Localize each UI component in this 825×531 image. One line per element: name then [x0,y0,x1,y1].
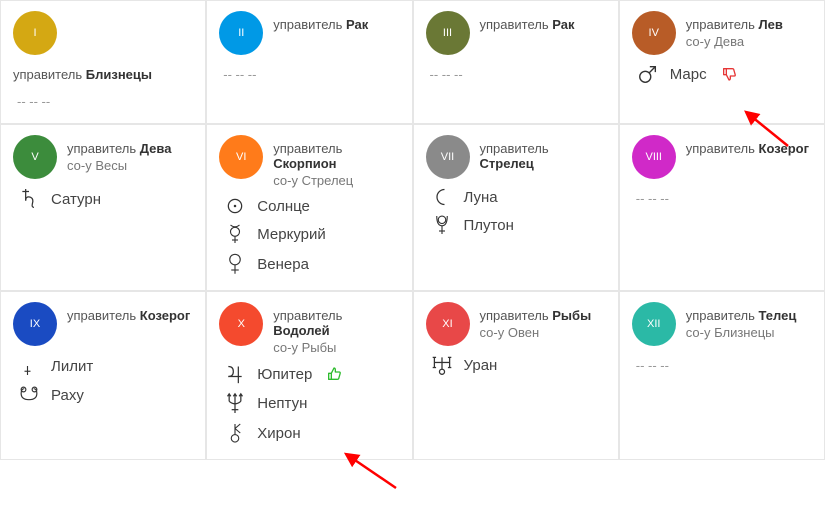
ruler-line: управитель Водолей [273,308,399,338]
planet-name: Юпитер [257,366,312,383]
ruler-line: управитель Стрелец [480,141,606,171]
planet-name: Венера [257,256,309,273]
house-cell-I: Iуправитель Близнецы -- -- -- [0,0,206,124]
house-badge: V [13,135,57,179]
moon-icon [430,187,454,207]
house-badge: I [13,11,57,55]
house-cell-IX: IX управитель Козерог Лилит Раху [0,291,206,460]
house-badge: XI [426,302,470,346]
chiron-icon [223,421,247,445]
planet-row: Нептун [223,391,399,415]
thumbs-down-icon [721,66,737,82]
ruler-line: управитель Лев [686,17,783,32]
house-badge: IV [632,11,676,55]
house-cell-II: II управитель Рак -- -- -- [206,0,412,124]
coruler-line: со-у Стрелец [273,173,399,188]
planet-name: Марс [670,66,707,83]
uranus-icon [430,354,454,376]
house-cell-VII: VII управитель Стрелец Луна Плутон [413,124,619,291]
coruler-line: со-у Рыбы [273,340,399,355]
house-badge: X [219,302,263,346]
house-badge: VII [426,135,470,179]
venus-icon [223,252,247,276]
rahu-icon [17,384,41,406]
planet-name: Лилит [51,358,93,375]
ruler-line: управитель Скорпион [273,141,399,171]
planet-row: Лилит [17,354,193,378]
planet-name: Нептун [257,395,307,412]
house-cell-XI: XI управитель Рыбы со-у Овен Уран [413,291,619,460]
neptune-icon [223,391,247,415]
saturn-icon [17,187,41,211]
empty-placeholder: -- -- -- [17,94,193,109]
lilith-icon [17,354,41,378]
house-cell-V: Vуправитель Дева со-у Весы Сатурн [0,124,206,291]
house-cell-IV: IV управитель Лев со-у Дева Марс [619,0,825,124]
ruler-line: управитель Козерог [686,141,809,156]
planet-row: Уран [430,354,606,376]
house-badge: VIII [632,135,676,179]
ruler-line: управитель Рыбы [480,308,592,323]
house-badge: IX [13,302,57,346]
planet-row: Плутон [430,213,606,237]
house-cell-XII: XII управитель Телец со-у Близнецы -- -- -- [619,291,825,460]
planet-row: Солнце [223,196,399,216]
planet-row: Хирон [223,421,399,445]
house-badge: III [426,11,470,55]
ruler-line: управитель Телец [686,308,797,323]
mercury-icon [223,222,247,246]
house-cell-III: III управитель Рак -- -- -- [413,0,619,124]
coruler-line: со-у Весы [67,158,171,173]
thumbs-up-icon [326,366,342,382]
ruler-line: управитель Дева [67,141,171,156]
ruler-line: управитель Козерог [67,308,190,323]
planet-name: Уран [464,357,498,374]
planet-name: Меркурий [257,226,326,243]
sun-icon [223,196,247,216]
coruler-line: со-у Дева [686,34,783,49]
planet-name: Раху [51,387,84,404]
ruler-line: управитель Рак [273,17,368,32]
pluto-icon [430,213,454,237]
planet-name: Плутон [464,217,514,234]
planet-row: Марс [636,63,812,85]
jupiter-icon [223,363,247,385]
house-badge: II [219,11,263,55]
empty-placeholder: -- -- -- [430,67,606,82]
ruler-line: управитель Близнецы [13,67,152,82]
house-cell-VI: VI управитель Скорпион со-у Стрелец Солнце М… [206,124,412,291]
house-cell-X: Xуправитель Водолей со-у Рыбы Юпитер Нептун… [206,291,412,460]
mars-icon [636,63,660,85]
planet-row: Сатурн [17,187,193,211]
planet-row: Венера [223,252,399,276]
empty-placeholder: -- -- -- [636,191,812,206]
coruler-line: со-у Близнецы [686,325,797,340]
house-badge: VI [219,135,263,179]
house-badge: XII [632,302,676,346]
empty-placeholder: -- -- -- [223,67,399,82]
planet-row: Луна [430,187,606,207]
empty-placeholder: -- -- -- [636,358,812,373]
planet-row: Раху [17,384,193,406]
house-cell-VIII: VIII управитель Козерог -- -- -- [619,124,825,291]
planet-row: Юпитер [223,363,399,385]
planet-name: Солнце [257,198,310,215]
planet-name: Сатурн [51,191,101,208]
coruler-line: со-у Овен [480,325,592,340]
ruler-line: управитель Рак [480,17,575,32]
planet-name: Луна [464,189,498,206]
planet-row: Меркурий [223,222,399,246]
planet-name: Хирон [257,425,300,442]
